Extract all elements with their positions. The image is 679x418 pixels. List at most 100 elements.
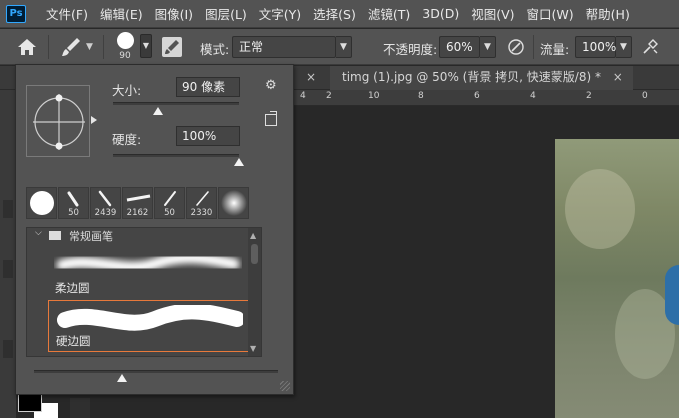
flow-dropdown-icon[interactable]: ▼ — [616, 36, 632, 58]
opacity-label: 不透明度: — [383, 42, 438, 57]
tool-button[interactable] — [3, 260, 13, 278]
recent-brush[interactable]: 2162 — [122, 187, 153, 219]
new-preset-icon[interactable] — [265, 111, 277, 126]
tip-arrow-icon — [91, 116, 97, 124]
group-name: 常规画笔 — [69, 230, 113, 243]
brush-size-label: 2162 — [126, 208, 149, 218]
pressure-opacity-icon[interactable] — [507, 38, 525, 56]
hardness-input[interactable]: 100% — [176, 126, 240, 146]
folder-icon — [49, 231, 61, 240]
size-slider-track[interactable] — [113, 102, 239, 105]
menu-bar: Ps 文件(F) 编辑(E) 图像(I) 图层(L) 文字(Y) 选择(S) 滤… — [0, 0, 679, 28]
brush-tool-icon[interactable] — [60, 36, 82, 58]
soft-stroke-preview — [56, 252, 240, 273]
brush-preset-item[interactable]: 硬边圆 — [48, 300, 250, 352]
mode-label: 模式: — [200, 42, 230, 57]
opacity-dropdown-icon[interactable]: ▼ — [480, 36, 496, 58]
mode-select[interactable]: 正常 — [232, 36, 336, 58]
brush-size-label: 50 — [68, 208, 79, 218]
scroll-up-icon[interactable]: ▲ — [250, 231, 256, 240]
menu-help[interactable]: 帮助(H) — [586, 4, 630, 23]
brush-settings-icon[interactable] — [162, 37, 182, 57]
document-image[interactable] — [555, 139, 679, 418]
hardness-slider-track[interactable] — [113, 154, 239, 157]
mode-dropdown-icon[interactable]: ▼ — [336, 36, 352, 58]
recent-brush[interactable]: 2439 — [90, 187, 121, 219]
menu-window[interactable]: 窗口(W) — [527, 4, 574, 23]
preview-size-slider-track[interactable] — [34, 370, 278, 373]
menu-view[interactable]: 视图(V) — [471, 4, 514, 23]
scroll-thumb[interactable] — [251, 244, 258, 264]
close-icon[interactable]: × — [613, 70, 623, 84]
size-slider-handle[interactable] — [153, 107, 164, 115]
scroll-down-icon[interactable]: ▼ — [250, 344, 256, 353]
recent-brush[interactable]: 2330 — [186, 187, 217, 219]
recent-brush[interactable]: 50 — [154, 187, 185, 219]
chevron-down-icon[interactable]: ▼ — [86, 42, 93, 52]
horizontal-ruler[interactable]: 4 2 10 8 6 4 2 0 — [294, 90, 679, 106]
hard-stroke-preview — [57, 305, 243, 331]
toolbar — [0, 90, 16, 418]
app-logo: Ps — [6, 4, 26, 23]
menu-filter[interactable]: 滤镜(T) — [368, 4, 410, 23]
ruler-label: 0 — [642, 91, 648, 101]
menu-file[interactable]: 文件(F) — [46, 4, 88, 23]
brush-size-label: 50 — [164, 208, 175, 218]
ruler-label: 4 — [530, 91, 536, 101]
preview-size-slider-handle[interactable] — [116, 374, 127, 382]
brush-preset-item[interactable]: 柔边圆 — [48, 246, 250, 298]
tool-button[interactable] — [3, 340, 13, 358]
tool-button[interactable] — [3, 200, 13, 218]
ruler-label: 4 — [300, 91, 306, 101]
tab-document[interactable]: timg (1).jpg @ 50% (背景 拷贝, 快速蒙版/8) * × — [330, 66, 633, 90]
image-region — [565, 169, 635, 249]
brush-preset-panel: 大小: 90 像素 ⚙ 硬度: 100% 50 2439 2162 50 233… — [15, 64, 294, 395]
brush-size-label: 2439 — [94, 208, 117, 218]
tab-hidden[interactable]: × — [306, 66, 328, 90]
brush-tip-angle-preview[interactable] — [26, 85, 90, 157]
preset-group-header[interactable]: ⌵ 常规画笔 — [27, 228, 249, 244]
menu-layer[interactable]: 图层(L) — [205, 4, 247, 23]
preset-name: 柔边圆 — [55, 281, 90, 295]
ruler-label: 2 — [326, 91, 332, 101]
ruler-label: 6 — [474, 91, 480, 101]
foreground-color-swatch[interactable] — [18, 394, 42, 412]
hardness-label: 硬度: — [112, 132, 142, 147]
tool-options-bar: ▼ 90 ▼ 模式: 正常 ▼ 不透明度: 60% ▼ 流量: 100% ▼ — [0, 29, 679, 65]
chevron-down-icon[interactable]: ⌵ — [35, 228, 42, 238]
opacity-input[interactable]: 60% — [439, 36, 480, 58]
size-input[interactable]: 90 像素 — [176, 77, 240, 97]
flow-input[interactable]: 100% — [575, 36, 616, 58]
recent-brushes: 50 2439 2162 50 2330 — [26, 187, 270, 221]
preset-name: 硬边圆 — [56, 334, 91, 348]
recent-brush[interactable] — [26, 187, 57, 219]
recent-brush[interactable]: 50 — [58, 187, 89, 219]
separator — [48, 35, 49, 59]
size-label: 大小: — [112, 83, 142, 98]
airbrush-icon[interactable] — [641, 38, 659, 56]
menu-edit[interactable]: 编辑(E) — [100, 4, 143, 23]
ruler-label: 10 — [368, 91, 380, 101]
menu-image[interactable]: 图像(I) — [155, 4, 193, 23]
hardness-slider-handle[interactable] — [234, 158, 244, 166]
close-icon[interactable]: × — [306, 70, 316, 84]
menu-3d[interactable]: 3D(D) — [422, 6, 459, 21]
brush-preset-picker[interactable]: 90 — [113, 30, 139, 64]
scrollbar[interactable]: ▲ ▼ — [248, 228, 261, 356]
menu-select[interactable]: 选择(S) — [313, 4, 356, 23]
gear-icon[interactable]: ⚙ — [265, 79, 281, 93]
photoshop-window: Ps 文件(F) 编辑(E) 图像(I) 图层(L) 文字(Y) 选择(S) 滤… — [0, 0, 679, 418]
separator — [103, 35, 104, 59]
flow-label: 流量: — [540, 42, 570, 57]
separator — [533, 35, 534, 59]
image-region — [665, 265, 679, 325]
brush-preset-list: ⌵ 常规画笔 柔边圆 硬边圆 ▲ ▼ — [26, 227, 262, 357]
recent-brush[interactable] — [218, 187, 249, 219]
home-icon[interactable] — [16, 37, 38, 57]
resize-grip-icon[interactable] — [280, 381, 290, 391]
ruler-label: 2 — [586, 91, 592, 101]
quick-mask-icon[interactable] — [70, 398, 90, 418]
ruler-label: 8 — [418, 91, 424, 101]
menu-type[interactable]: 文字(Y) — [259, 4, 301, 23]
preset-picker-toggle[interactable]: ▼ — [140, 34, 152, 58]
